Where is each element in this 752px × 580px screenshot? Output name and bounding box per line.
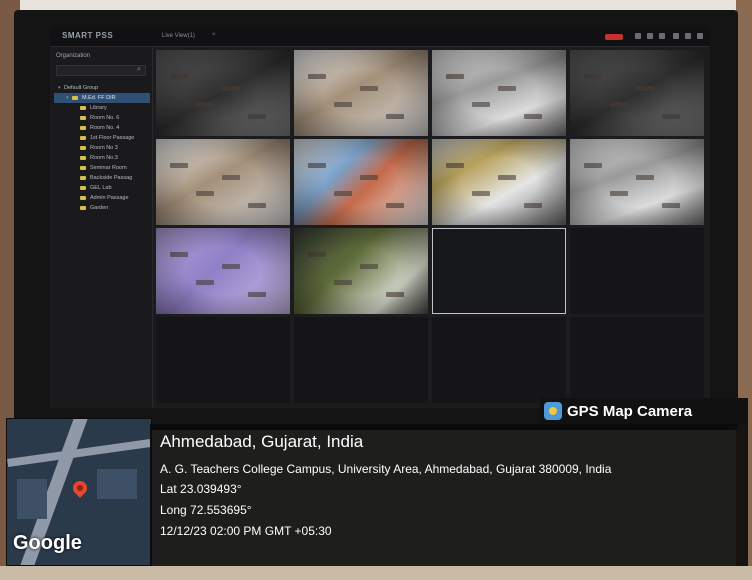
camera-icon xyxy=(80,166,86,170)
camera-icon xyxy=(80,176,86,180)
tree-root-label: M.Ed. FF DIR xyxy=(82,95,116,101)
camera-feed-1[interactable] xyxy=(156,50,290,136)
feed-vignette xyxy=(570,50,704,136)
camera-feed-3[interactable] xyxy=(432,50,566,136)
tree-item-label: Room No. 6 xyxy=(90,115,120,121)
camera-feed-6[interactable] xyxy=(294,139,428,225)
tree-item[interactable]: Library xyxy=(54,103,150,113)
map-provider-label: Google xyxy=(13,532,82,554)
tree-group-label: Default Group xyxy=(64,85,99,91)
tree-item-label: GEL Lab xyxy=(90,185,112,191)
folder-icon xyxy=(72,96,78,100)
camera-feed-11[interactable] xyxy=(432,228,566,314)
camera-feed-13[interactable] xyxy=(156,317,290,403)
app-title: SMART PSS xyxy=(62,31,114,40)
tree-item[interactable]: Room No.3 xyxy=(54,153,150,163)
camera-feed-4[interactable] xyxy=(570,50,704,136)
camera-feed-8[interactable] xyxy=(570,139,704,225)
feed-vignette xyxy=(432,139,566,225)
wall-bottom xyxy=(0,566,752,580)
device-tree: ▾ Default Group ▾ M.Ed. FF DIR Library Ro… xyxy=(54,83,150,213)
tree-item-label: 1st Floor Passage xyxy=(90,135,135,141)
camera-feed-14[interactable] xyxy=(294,317,428,403)
tab-live-view[interactable]: Live View(1) xyxy=(162,33,195,39)
tree-item[interactable]: Room No. 6 xyxy=(54,113,150,123)
camera-feed-9[interactable] xyxy=(156,228,290,314)
search-icon[interactable]: ⌕ xyxy=(137,66,141,74)
gps-info-panel: Ahmedabad, Gujarat, India A. G. Teachers… xyxy=(150,424,748,566)
device-sidebar: Organization ⌕ ▾ Default Group ▾ M.Ed. F… xyxy=(50,47,153,408)
feed-vignette xyxy=(294,139,428,225)
top-bar: SMART PSS Live View(1) × xyxy=(50,28,710,47)
camera-feed-15[interactable] xyxy=(432,317,566,403)
feed-vignette xyxy=(156,139,290,225)
feed-vignette xyxy=(432,50,566,136)
monitor: SMART PSS Live View(1) × Organization ⌕ … xyxy=(14,10,738,430)
gps-datetime: 12/12/23 02:00 PM GMT +05:30 xyxy=(160,524,332,538)
tree-item-label: Garden xyxy=(90,205,109,211)
camera-icon xyxy=(80,106,86,110)
camera-feed-16[interactable] xyxy=(570,317,704,403)
tree-item-label: Room No.3 xyxy=(90,155,118,161)
feed-vignette xyxy=(156,228,290,314)
screen: SMART PSS Live View(1) × Organization ⌕ … xyxy=(50,28,710,408)
gps-address: A. G. Teachers College Campus, Universit… xyxy=(160,462,612,476)
gps-longitude: Long 72.553695° xyxy=(160,503,252,517)
gps-brand: GPS Map Camera xyxy=(540,398,748,424)
lock-icon[interactable] xyxy=(659,33,665,39)
close-tab-icon[interactable]: × xyxy=(212,32,216,38)
map-road xyxy=(7,439,151,467)
tree-item-label: Seminar Room xyxy=(90,165,127,171)
gps-brand-label: GPS Map Camera xyxy=(567,402,693,420)
sidebar-header: Organization xyxy=(56,53,91,59)
tree-item[interactable]: Seminar Room xyxy=(54,163,150,173)
feed-vignette xyxy=(294,228,428,314)
search-input[interactable]: ⌕ xyxy=(56,65,146,76)
location-pin-icon xyxy=(70,478,90,498)
camera-icon xyxy=(80,196,86,200)
camera-icon xyxy=(80,156,86,160)
camera-feed-10[interactable] xyxy=(294,228,428,314)
tree-root[interactable]: ▾ M.Ed. FF DIR xyxy=(54,93,150,103)
tree-item[interactable]: 1st Floor Passage xyxy=(54,133,150,143)
user-icon[interactable] xyxy=(635,33,641,39)
map-block xyxy=(17,479,47,519)
tree-item-label: Admin Passage xyxy=(90,195,129,201)
camera-icon xyxy=(80,206,86,210)
maximize-icon[interactable] xyxy=(685,33,691,39)
record-icon[interactable] xyxy=(605,34,623,40)
tree-item[interactable]: Garden xyxy=(54,203,150,213)
tree-item-label: Backside Passag xyxy=(90,175,133,181)
feed-vignette xyxy=(570,139,704,225)
camera-grid xyxy=(156,50,706,406)
tree-group[interactable]: ▾ Default Group xyxy=(54,83,150,93)
gps-latitude: Lat 23.039493° xyxy=(160,482,242,496)
tree-item-label: Room No. 4 xyxy=(90,125,120,131)
camera-icon xyxy=(80,126,86,130)
camera-icon xyxy=(80,186,86,190)
camera-feed-12[interactable] xyxy=(570,228,704,314)
camera-icon xyxy=(80,146,86,150)
gps-city: Ahmedabad, Gujarat, India xyxy=(160,432,364,451)
map-block xyxy=(97,469,137,499)
tree-item[interactable]: Room No 3 xyxy=(54,143,150,153)
camera-feed-7[interactable] xyxy=(432,139,566,225)
minimize-icon[interactable] xyxy=(673,33,679,39)
tree-item-label: Library xyxy=(90,105,107,111)
camera-feed-2[interactable] xyxy=(294,50,428,136)
tree-item[interactable]: Room No. 4 xyxy=(54,123,150,133)
feed-vignette xyxy=(156,50,290,136)
map-thumbnail: Google xyxy=(6,418,152,566)
tree-item[interactable]: Backside Passag xyxy=(54,173,150,183)
gps-camera-logo-icon xyxy=(544,402,562,420)
feed-vignette xyxy=(294,50,428,136)
tree-item[interactable]: Admin Passage xyxy=(54,193,150,203)
camera-feed-5[interactable] xyxy=(156,139,290,225)
tree-item-label: Room No 3 xyxy=(90,145,118,151)
camera-icon xyxy=(80,116,86,120)
camera-icon xyxy=(80,136,86,140)
settings-icon[interactable] xyxy=(647,33,653,39)
tree-item[interactable]: GEL Lab xyxy=(54,183,150,193)
close-icon[interactable] xyxy=(697,33,703,39)
